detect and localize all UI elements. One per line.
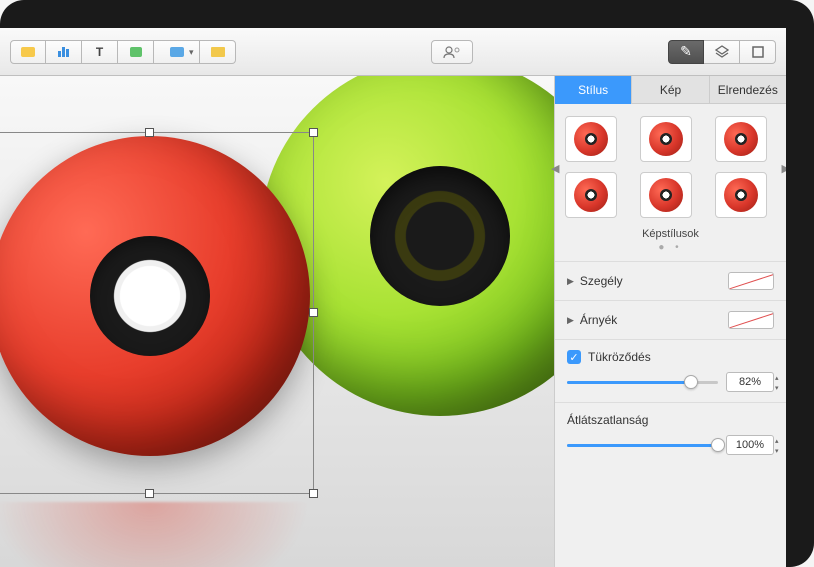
border-swatch[interactable]	[728, 272, 774, 290]
style-preset[interactable]	[715, 172, 767, 218]
shadow-section: ▶ Árnyék	[555, 300, 786, 339]
styles-prev-icon[interactable]: ◀	[551, 162, 559, 175]
toolbar: T ✎	[0, 28, 786, 76]
tab-style[interactable]: Stílus	[555, 76, 632, 104]
resize-handle[interactable]	[145, 128, 154, 137]
tab-image[interactable]: Kép	[632, 76, 709, 104]
style-preset[interactable]	[565, 172, 617, 218]
text-button[interactable]: T	[82, 40, 118, 64]
disclosure-triangle-icon: ▶	[567, 276, 574, 287]
media-button[interactable]	[154, 40, 200, 64]
reflection-slider[interactable]	[567, 374, 718, 390]
disclosure-triangle-icon: ▶	[567, 315, 574, 326]
canvas[interactable]	[0, 76, 554, 567]
shadow-disclosure[interactable]: ▶ Árnyék	[567, 313, 617, 327]
chart-button[interactable]	[46, 40, 82, 64]
reflection-value[interactable]: 82% ▴▾	[726, 372, 774, 392]
tab-arrange[interactable]: Elrendezés	[710, 76, 786, 104]
style-preset[interactable]	[715, 116, 767, 162]
stepper-icon[interactable]: ▴▾	[775, 373, 785, 393]
document-button[interactable]	[740, 40, 776, 64]
collaborate-button[interactable]	[431, 40, 473, 64]
opacity-section: Átlátszatlanság 100% ▴▾	[555, 402, 786, 465]
opacity-slider[interactable]	[567, 437, 718, 453]
image-styles-grid: ◀ ▶	[555, 104, 786, 224]
selection-box[interactable]	[0, 132, 314, 494]
red-wheel-reflection	[0, 502, 310, 567]
opacity-value[interactable]: 100% ▴▾	[726, 435, 774, 455]
format-sidebar: Stílus Kép Elrendezés ◀ ▶ Képstílusok ● …	[554, 76, 786, 567]
border-section: ▶ Szegély	[555, 261, 786, 300]
resize-handle[interactable]	[309, 489, 318, 498]
shadow-label: Árnyék	[580, 313, 617, 327]
resize-handle[interactable]	[309, 308, 318, 317]
reflection-label: Tükröződés	[588, 350, 651, 364]
shadow-swatch[interactable]	[728, 311, 774, 329]
image-styles-label: Képstílusok	[555, 228, 786, 240]
shape-button[interactable]	[118, 40, 154, 64]
style-preset[interactable]	[640, 116, 692, 162]
view-button[interactable]	[10, 40, 46, 64]
comment-button[interactable]	[200, 40, 236, 64]
border-label: Szegély	[580, 274, 623, 288]
styles-next-icon[interactable]: ▶	[782, 162, 786, 175]
border-disclosure[interactable]: ▶ Szegély	[567, 274, 623, 288]
page-dots[interactable]: ● •	[555, 242, 786, 253]
opacity-label: Átlátszatlanság	[567, 413, 774, 427]
style-preset[interactable]	[565, 116, 617, 162]
filter-button[interactable]	[704, 40, 740, 64]
style-preset[interactable]	[640, 172, 692, 218]
format-button[interactable]: ✎	[668, 40, 704, 64]
resize-handle[interactable]	[309, 128, 318, 137]
sidebar-tabs: Stílus Kép Elrendezés	[555, 76, 786, 104]
reflection-checkbox[interactable]: ✓	[567, 350, 581, 364]
reflection-section: ✓ Tükröződés 82% ▴▾	[555, 339, 786, 402]
resize-handle[interactable]	[145, 489, 154, 498]
stepper-icon[interactable]: ▴▾	[775, 436, 785, 456]
